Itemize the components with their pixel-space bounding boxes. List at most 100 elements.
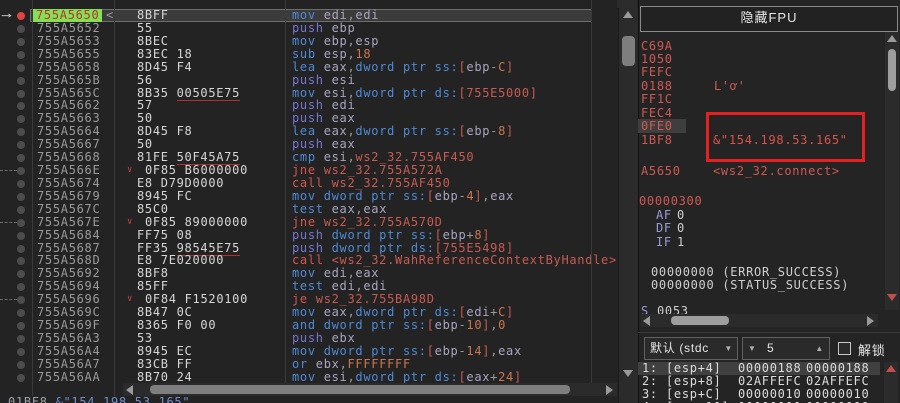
register-line[interactable]: FF1C — [641, 93, 673, 106]
jump-down-caret-icon: ∨ — [127, 164, 133, 177]
chevron-down-icon[interactable]: ▼ — [724, 338, 733, 359]
row-dot-icon[interactable] — [17, 167, 25, 175]
disasm-vscrollbar-thumb[interactable] — [622, 36, 635, 66]
disasm-row[interactable]: 755A56AA8B70 24mov esi,dword ptr ds:[eax… — [0, 371, 617, 383]
bytes-cell: 85C0 — [137, 203, 169, 216]
register-line[interactable]: 00000000 (STATUS_SUCCESS) — [651, 279, 849, 292]
bytes-cell: 83EC 18 — [137, 48, 192, 61]
row-dot-icon[interactable] — [17, 141, 25, 149]
disasm-vscrollbar[interactable] — [618, 8, 638, 403]
unlock-label: 解锁 — [858, 340, 885, 359]
column-separator — [285, 0, 286, 383]
scroll-right-icon[interactable] — [867, 316, 874, 326]
row-dot-icon[interactable] — [17, 25, 25, 33]
jump-dashed-line — [0, 222, 17, 223]
spinner-down-icon[interactable]: ▼ — [748, 338, 757, 359]
arg-count-spinner[interactable]: ▼ 5 ▲ — [742, 337, 830, 360]
row-dot-icon[interactable] — [17, 257, 25, 265]
row-dot-icon[interactable] — [17, 232, 25, 240]
register-line[interactable]: IF — [656, 236, 672, 249]
register-line[interactable]: 1BF8 — [641, 134, 673, 147]
row-dot-icon[interactable] — [17, 128, 25, 136]
scroll-left-icon[interactable] — [126, 385, 133, 395]
disasm-hscrollbar[interactable] — [123, 383, 617, 396]
scroll-left-icon[interactable] — [643, 316, 650, 326]
row-dot-icon[interactable] — [17, 309, 25, 317]
scroll-up-icon[interactable] — [886, 365, 896, 372]
address-cell: 755A56A7 — [37, 358, 100, 371]
register-line[interactable]: FEFC — [641, 66, 673, 79]
register-line[interactable]: 00000300 — [639, 195, 702, 208]
row-dot-icon[interactable] — [17, 206, 25, 214]
bytes-cell: 8BEC — [137, 35, 169, 48]
register-line[interactable]: 0FE0 — [641, 120, 673, 133]
row-dot-icon[interactable] — [17, 296, 25, 304]
instruction-cell: mov esi,dword ptr ds:[eax+24] — [292, 371, 522, 383]
jump-dashed-line — [0, 299, 17, 300]
address-cell: 755A5653 — [37, 35, 100, 48]
column-separator — [591, 0, 592, 383]
address-cell: 755A56AA — [37, 371, 100, 383]
jump-down-caret-icon: ∨ — [127, 293, 133, 306]
registers-hscrollbar[interactable] — [641, 314, 878, 327]
row-dot-icon[interactable] — [17, 374, 25, 382]
address-cell: 755A5658 — [37, 61, 100, 74]
scroll-up-icon[interactable] — [623, 11, 633, 18]
register-line[interactable]: <ws2_32.connect> — [713, 165, 840, 178]
row-dot-icon[interactable] — [17, 154, 25, 162]
scroll-right-icon[interactable] — [606, 385, 613, 395]
address-cell: 755A567E — [37, 216, 100, 229]
scroll-down-icon[interactable] — [623, 370, 633, 377]
disassembly-pane[interactable]: →755A5650<8BFFmov edi,edi755A565255push … — [0, 0, 617, 383]
row-dot-icon[interactable] — [17, 348, 25, 356]
unlock-checkbox[interactable] — [838, 342, 851, 355]
args-vscrollbar[interactable] — [884, 362, 898, 403]
calling-convention-dropdown[interactable]: 默认 (stdc ▼ — [644, 337, 738, 360]
register-line[interactable]: 0 — [677, 222, 685, 235]
status-string: &"154.198.53.165" — [56, 395, 191, 403]
cip-arrow-icon: → — [1, 9, 13, 22]
row-dot-icon[interactable] — [17, 77, 25, 85]
registers-vscrollbar[interactable] — [885, 32, 899, 310]
bytes-cell: E8 D79D0000 — [137, 177, 224, 190]
spinner-value: 5 — [767, 338, 774, 359]
registers-hscrollbar-thumb[interactable] — [671, 316, 729, 325]
row-dot-icon[interactable] — [17, 180, 25, 188]
address-cell: 755A56A4 — [37, 345, 100, 358]
spinner-up-icon[interactable]: ▲ — [815, 338, 824, 359]
bytes-cell: 8945 EC — [137, 345, 192, 358]
annotation-red-box — [706, 112, 865, 162]
row-dot-icon[interactable] — [17, 283, 25, 291]
panel-divider — [638, 332, 900, 333]
row-dot-icon[interactable] — [17, 64, 25, 72]
row-dot-icon[interactable] — [17, 270, 25, 278]
row-dot-icon[interactable] — [17, 102, 25, 110]
row-dot-icon[interactable] — [17, 38, 25, 46]
register-line[interactable]: A5650 — [641, 165, 681, 178]
breakpoint-dot-icon[interactable] — [17, 12, 25, 20]
bytes-cell: 56 — [137, 74, 153, 87]
row-dot-icon[interactable] — [17, 361, 25, 369]
disasm-hscrollbar-thumb[interactable] — [150, 385, 570, 394]
info-status-line: 01BF8 &"154.198.53.165" — [8, 396, 190, 403]
scroll-up-icon[interactable] — [887, 35, 897, 42]
register-line[interactable]: 1 — [677, 236, 685, 249]
row-dot-icon[interactable] — [17, 335, 25, 343]
row-dot-icon[interactable] — [17, 51, 25, 59]
address-cell: 755A5655 — [37, 48, 100, 61]
row-dot-icon[interactable] — [17, 193, 25, 201]
scroll-down-icon[interactable] — [887, 294, 897, 301]
bytes-cell: 55 — [137, 22, 153, 35]
hide-fpu-button[interactable]: 隐藏FPU — [640, 6, 898, 32]
row-dot-icon[interactable] — [17, 322, 25, 330]
register-line[interactable]: DF — [656, 222, 672, 235]
row-dot-icon[interactable] — [17, 245, 25, 253]
row-dot-icon[interactable] — [17, 90, 25, 98]
row-dot-icon[interactable] — [17, 219, 25, 227]
register-line[interactable]: L'ơ' — [714, 80, 746, 93]
address-cell: 755A565B — [37, 74, 100, 87]
registers-vscrollbar-thumb[interactable] — [888, 49, 896, 91]
bytes-cell: 83CB FF — [137, 358, 192, 371]
debugger-window: →755A5650<8BFFmov edi,edi755A565255push … — [0, 0, 900, 403]
row-dot-icon[interactable] — [17, 115, 25, 123]
